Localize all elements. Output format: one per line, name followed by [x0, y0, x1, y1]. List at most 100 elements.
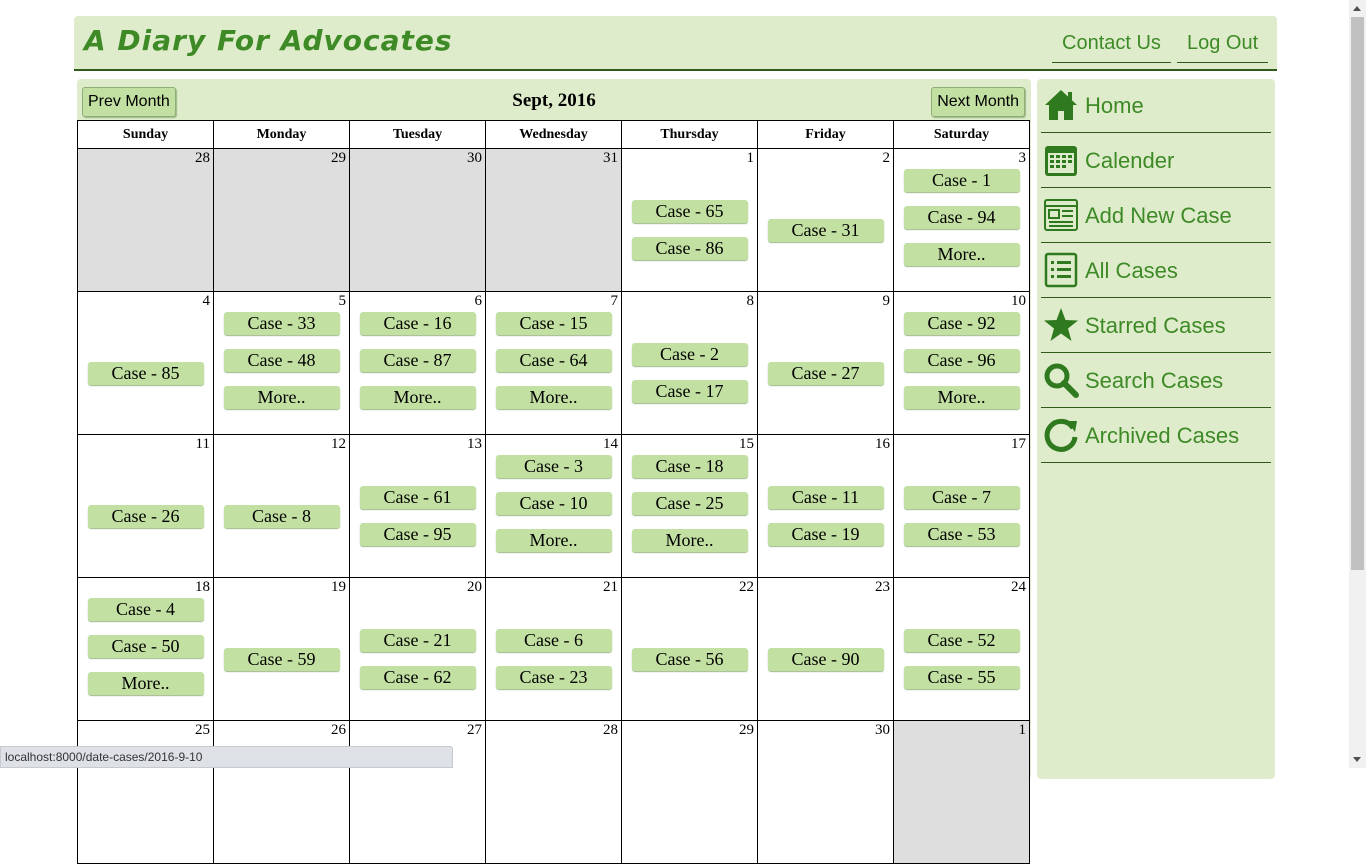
case-button[interactable]: Case - 6 [495, 629, 612, 652]
case-button[interactable]: Case - 18 [631, 455, 748, 478]
case-button[interactable]: Case - 25 [631, 492, 748, 515]
calendar-day-cell[interactable]: 26 [213, 720, 350, 864]
calendar-day-cell[interactable]: 13 Case - 61 Case - 95 [349, 434, 486, 578]
vertical-scrollbar[interactable] [1349, 0, 1366, 768]
weekday-header: Friday [757, 120, 894, 149]
case-button[interactable]: Case - 31 [767, 218, 884, 242]
case-button[interactable]: Case - 94 [903, 206, 1020, 229]
calendar-day-cell[interactable]: 29 [213, 148, 350, 292]
sidebar-item-starred-cases[interactable]: Starred Cases [1041, 299, 1271, 353]
more-cases-button[interactable]: More.. [495, 386, 612, 409]
calendar-day-cell[interactable]: 8 Case - 2 Case - 17 [621, 291, 758, 435]
case-button[interactable]: Case - 7 [903, 486, 1020, 509]
case-button[interactable]: Case - 55 [903, 666, 1020, 689]
case-button[interactable]: Case - 27 [767, 361, 884, 385]
case-button[interactable]: Case - 90 [767, 647, 884, 671]
calendar-day-cell[interactable]: 28 [77, 148, 214, 292]
case-button[interactable]: Case - 87 [359, 349, 476, 372]
sidebar-item-archived-cases[interactable]: Archived Cases [1041, 409, 1271, 463]
calendar-day-cell[interactable]: 6 Case - 16 Case - 87 More.. [349, 291, 486, 435]
calendar-day-cell[interactable]: 19 Case - 59 [213, 577, 350, 721]
case-button[interactable]: Case - 3 [495, 455, 612, 478]
calendar-day-cell[interactable]: 16 Case - 11 Case - 19 [757, 434, 894, 578]
calendar-day-cell[interactable]: 15 Case - 18 Case - 25 More.. [621, 434, 758, 578]
more-cases-button[interactable]: More.. [359, 386, 476, 409]
calendar-day-cell[interactable]: 27 [349, 720, 486, 864]
calendar-day-cell[interactable]: 17 Case - 7 Case - 53 [893, 434, 1030, 578]
case-button[interactable]: Case - 59 [223, 647, 340, 671]
case-button[interactable]: Case - 8 [223, 504, 340, 528]
calendar-day-cell[interactable]: 11 Case - 26 [77, 434, 214, 578]
more-cases-button[interactable]: More.. [631, 529, 748, 552]
next-month-button[interactable]: Next Month [931, 87, 1025, 117]
case-button[interactable]: Case - 86 [631, 237, 748, 260]
sidebar-item-add-new-case[interactable]: Add New Case [1041, 189, 1271, 243]
calendar-day-cell[interactable]: 18 Case - 4 Case - 50 More.. [77, 577, 214, 721]
case-button[interactable]: Case - 2 [631, 343, 748, 366]
calendar-day-cell[interactable]: 23 Case - 90 [757, 577, 894, 721]
calendar-day-cell[interactable]: 25 [77, 720, 214, 864]
calendar-day-cell[interactable]: 29 [621, 720, 758, 864]
scroll-thumb[interactable] [1351, 17, 1364, 570]
case-button[interactable]: Case - 65 [631, 200, 748, 223]
case-button[interactable]: Case - 4 [87, 598, 204, 621]
app-title[interactable]: A Diary For Advocates [84, 24, 453, 57]
calendar-day-cell[interactable]: 10 Case - 92 Case - 96 More.. [893, 291, 1030, 435]
case-button[interactable]: Case - 1 [903, 169, 1020, 192]
case-list: Case - 56 [622, 600, 757, 718]
case-button[interactable]: Case - 95 [359, 523, 476, 546]
case-button[interactable]: Case - 62 [359, 666, 476, 689]
case-button[interactable]: Case - 21 [359, 629, 476, 652]
calendar-day-cell[interactable]: 22 Case - 56 [621, 577, 758, 721]
sidebar-item-all-cases[interactable]: All Cases [1041, 244, 1271, 298]
calendar-day-cell[interactable]: 20 Case - 21 Case - 62 [349, 577, 486, 721]
case-button[interactable]: Case - 19 [767, 523, 884, 546]
case-button[interactable]: Case - 10 [495, 492, 612, 515]
log-out-link[interactable]: Log Out [1177, 31, 1269, 63]
calendar-day-cell[interactable]: 21 Case - 6 Case - 23 [485, 577, 622, 721]
sidebar-item-home[interactable]: Home [1041, 79, 1271, 133]
case-button[interactable]: Case - 53 [903, 523, 1020, 546]
calendar-day-cell[interactable]: 30 [349, 148, 486, 292]
sidebar-item-search-cases[interactable]: Search Cases [1041, 354, 1271, 408]
case-button[interactable]: Case - 33 [223, 312, 340, 335]
case-button[interactable]: Case - 15 [495, 312, 612, 335]
case-button[interactable]: Case - 96 [903, 349, 1020, 372]
contact-us-link[interactable]: Contact Us [1052, 31, 1171, 63]
case-button[interactable]: Case - 50 [87, 635, 204, 658]
calendar-day-cell[interactable]: 30 [757, 720, 894, 864]
calendar-day-cell[interactable]: 7 Case - 15 Case - 64 More.. [485, 291, 622, 435]
case-button[interactable]: Case - 26 [87, 504, 204, 528]
calendar-day-cell[interactable]: 3 Case - 1 Case - 94 More.. [893, 148, 1030, 292]
case-button[interactable]: Case - 61 [359, 486, 476, 509]
case-button[interactable]: Case - 52 [903, 629, 1020, 652]
calendar-day-cell[interactable]: 4 Case - 85 [77, 291, 214, 435]
case-button[interactable]: Case - 11 [767, 486, 884, 509]
calendar-day-cell[interactable]: 24 Case - 52 Case - 55 [893, 577, 1030, 721]
case-button[interactable]: Case - 92 [903, 312, 1020, 335]
case-button[interactable]: Case - 64 [495, 349, 612, 372]
calendar-day-cell[interactable]: 12 Case - 8 [213, 434, 350, 578]
calendar-day-cell[interactable]: 14 Case - 3 Case - 10 More.. [485, 434, 622, 578]
case-button[interactable]: Case - 56 [631, 647, 748, 671]
case-button[interactable]: Case - 23 [495, 666, 612, 689]
calendar-day-cell[interactable]: 1 Case - 65 Case - 86 [621, 148, 758, 292]
more-cases-button[interactable]: More.. [903, 243, 1020, 266]
case-button[interactable]: Case - 48 [223, 349, 340, 372]
more-cases-button[interactable]: More.. [495, 529, 612, 552]
case-button[interactable]: Case - 17 [631, 380, 748, 403]
calendar-day-cell[interactable]: 28 [485, 720, 622, 864]
more-cases-button[interactable]: More.. [903, 386, 1020, 409]
case-button[interactable]: Case - 16 [359, 312, 476, 335]
case-button[interactable]: Case - 85 [87, 361, 204, 385]
calendar-day-cell[interactable]: 31 [485, 148, 622, 292]
scroll-down-icon[interactable] [1353, 757, 1361, 762]
calendar-day-cell[interactable]: 1 [893, 720, 1030, 864]
more-cases-button[interactable]: More.. [223, 386, 340, 409]
scroll-up-icon[interactable] [1353, 6, 1361, 11]
calendar-day-cell[interactable]: 5 Case - 33 Case - 48 More.. [213, 291, 350, 435]
calendar-day-cell[interactable]: 2 Case - 31 [757, 148, 894, 292]
calendar-day-cell[interactable]: 9 Case - 27 [757, 291, 894, 435]
sidebar-item-calender[interactable]: Calender [1041, 134, 1271, 188]
more-cases-button[interactable]: More.. [87, 672, 204, 695]
